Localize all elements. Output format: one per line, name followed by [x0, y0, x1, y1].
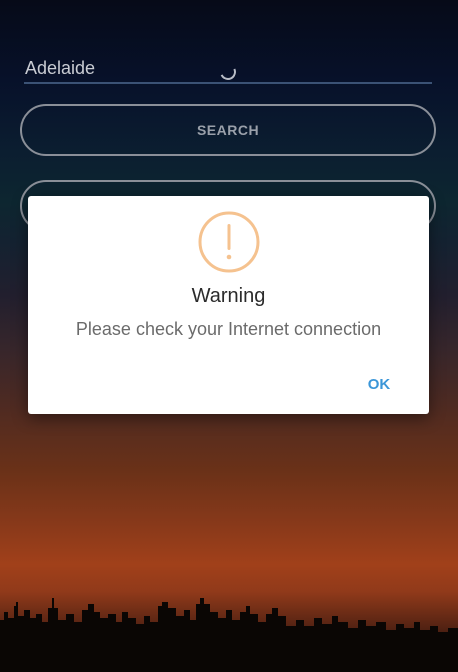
dialog-message: Please check your Internet connection: [75, 319, 382, 339]
warning-dialog: Warning Please check your Internet conne…: [28, 196, 429, 414]
search-button[interactable]: SEARCH: [20, 104, 436, 156]
warning-icon: [198, 211, 260, 273]
city-skyline-image: [0, 598, 458, 672]
app-screen: SEARCH Warning Please check your Interne…: [0, 0, 458, 672]
ok-button[interactable]: OK: [358, 370, 400, 398]
dialog-title: Warning: [191, 285, 266, 307]
